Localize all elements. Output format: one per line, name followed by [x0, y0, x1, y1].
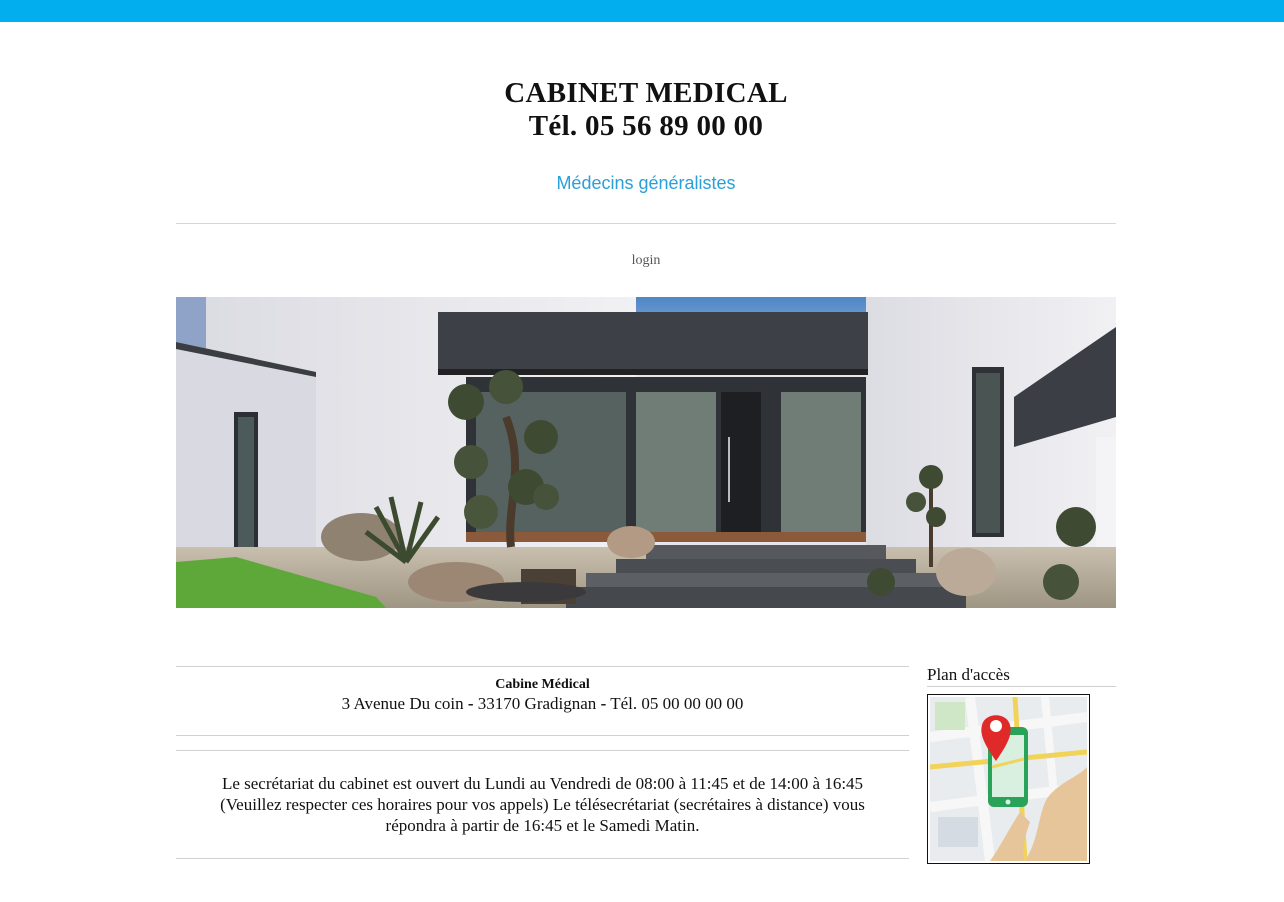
page-container: CABINET MEDICAL Tél. 05 56 89 00 00 Méde… — [176, 22, 1116, 864]
top-bar — [0, 0, 1284, 22]
address-separator: - — [467, 694, 474, 713]
site-phone: Tél. 05 56 89 00 00 — [528, 110, 764, 142]
divider — [176, 223, 1116, 224]
address-phone: Tél. 05 00 00 00 00 — [610, 694, 744, 713]
map-column: Plan d'accès — [927, 665, 1116, 864]
hours-box: Le secrétariat du cabinet est ouvert du … — [176, 750, 909, 859]
building-photo — [176, 297, 1116, 608]
site-title: CABINET MEDICAL — [504, 77, 788, 109]
info-column: Cabine Médical 3 Avenue Du coin - 33170 … — [176, 666, 909, 859]
map-location-icon — [929, 696, 1088, 862]
login-row: login — [176, 253, 1116, 269]
address-name: Cabine Médical — [495, 677, 590, 692]
map-link[interactable] — [927, 694, 1090, 864]
address-street: 3 Avenue Du coin — [341, 694, 464, 713]
login-link[interactable]: login — [632, 253, 661, 268]
hero-image — [176, 297, 1116, 608]
address-separator: - — [600, 694, 607, 713]
address-line: 3 Avenue Du coin - 33170 Gradignan - Tél… — [176, 694, 909, 714]
address-box: Cabine Médical 3 Avenue Du coin - 33170 … — [176, 666, 909, 736]
address-city: 33170 Gradignan — [477, 694, 597, 713]
map-title: Plan d'accès — [927, 665, 1116, 687]
subtitle-link[interactable]: Médecins généralistes — [556, 172, 735, 194]
header: CABINET MEDICAL Tél. 05 56 89 00 00 Méde… — [176, 22, 1116, 194]
hours-text: Le secrétariat du cabinet est ouvert du … — [220, 774, 865, 835]
